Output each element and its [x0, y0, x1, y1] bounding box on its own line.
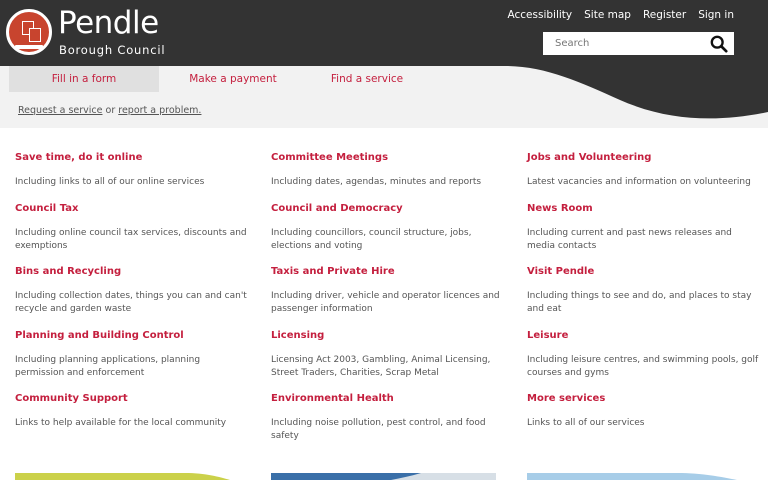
report-a-problem-link[interactable]: report a problem. [118, 105, 201, 116]
service-title-link[interactable]: Committee Meetings [271, 152, 503, 163]
site-header: Pendle Borough Council Accessibility Sit… [0, 0, 768, 66]
service-description: Including leisure centres, and swimming … [527, 355, 759, 378]
service-description: Links to all of our services [527, 418, 645, 428]
service-item: More services Links to all of our servic… [527, 393, 759, 430]
service-title-link[interactable]: Community Support [15, 393, 247, 404]
service-title-link[interactable]: Visit Pendle [527, 266, 759, 277]
logo-title: Pendle [58, 5, 159, 41]
request-line: Request a service or report a problem. [18, 105, 201, 116]
service-item: Council and Democracy Including councill… [271, 203, 503, 253]
service-item: Visit Pendle Including things to see and… [527, 266, 759, 316]
service-item: Licensing Licensing Act 2003, Gambling, … [271, 330, 503, 380]
service-description: Including collection dates, things you c… [15, 291, 247, 314]
request-a-service-link[interactable]: Request a service [18, 105, 102, 116]
council-logo[interactable]: Pendle Borough Council [6, 5, 176, 57]
search-icon[interactable] [710, 35, 728, 53]
service-item: News Room Including current and past new… [527, 203, 759, 253]
service-item: Committee Meetings Including dates, agen… [271, 152, 503, 189]
promo-card-2[interactable] [271, 473, 496, 480]
service-description: Including planning applications, plannin… [15, 355, 201, 378]
top-links: Accessibility Site map Register Sign in [508, 9, 735, 21]
service-description: Including driver, vehicle and operator l… [271, 291, 500, 314]
promo-card-1[interactable] [15, 473, 240, 480]
service-title-link[interactable]: Leisure [527, 330, 759, 341]
quick-tabs: Fill in a form Make a payment Find a ser… [9, 66, 427, 92]
service-item: Community Support Links to help availabl… [15, 393, 247, 430]
service-description: Including noise pollution, pest control,… [271, 418, 486, 441]
service-description: Including online council tax services, d… [15, 228, 247, 251]
service-title-link[interactable]: Licensing [271, 330, 503, 341]
search-box [543, 32, 734, 55]
service-description: Including current and past news releases… [527, 228, 732, 251]
service-item: Jobs and Volunteering Latest vacancies a… [527, 152, 759, 189]
tab-make-a-payment[interactable]: Make a payment [159, 66, 307, 92]
service-item: Environmental Health Including noise pol… [271, 393, 503, 443]
service-item: Council Tax Including online council tax… [15, 203, 247, 253]
service-title-link[interactable]: Council Tax [15, 203, 247, 214]
search-input[interactable] [543, 32, 703, 55]
service-description: Including councillors, council structure… [271, 228, 472, 251]
service-title-link[interactable]: More services [527, 393, 759, 404]
service-title-link[interactable]: Council and Democracy [271, 203, 503, 214]
accessibility-link[interactable]: Accessibility [508, 9, 573, 21]
service-description: Licensing Act 2003, Gambling, Animal Lic… [271, 355, 491, 378]
service-title-link[interactable]: News Room [527, 203, 759, 214]
register-link[interactable]: Register [643, 9, 686, 21]
service-description: Including links to all of our online ser… [15, 177, 205, 187]
service-item: Taxis and Private Hire Including driver,… [271, 266, 503, 316]
service-description: Latest vacancies and information on volu… [527, 177, 751, 187]
tab-fill-in-a-form[interactable]: Fill in a form [9, 66, 159, 92]
service-description: Including dates, agendas, minutes and re… [271, 177, 482, 187]
service-title-link[interactable]: Jobs and Volunteering [527, 152, 759, 163]
logo-badge-icon [6, 9, 52, 55]
service-item: Planning and Building Control Including … [15, 330, 247, 380]
tab-find-a-service[interactable]: Find a service [307, 66, 427, 92]
service-item: Bins and Recycling Including collection … [15, 266, 247, 316]
promo-card-3[interactable] [527, 473, 752, 480]
service-item: Save time, do it online Including links … [15, 152, 247, 189]
service-title-link[interactable]: Bins and Recycling [15, 266, 247, 277]
service-title-link[interactable]: Save time, do it online [15, 152, 247, 163]
service-description: Including things to see and do, and plac… [527, 291, 752, 314]
sign-in-link[interactable]: Sign in [698, 9, 734, 21]
service-title-link[interactable]: Taxis and Private Hire [271, 266, 503, 277]
logo-subtitle: Borough Council [59, 43, 166, 57]
service-item: Leisure Including leisure centres, and s… [527, 330, 759, 380]
site-map-link[interactable]: Site map [584, 9, 631, 21]
request-connector: or [102, 105, 119, 116]
service-description: Links to help available for the local co… [15, 418, 227, 428]
service-title-link[interactable]: Planning and Building Control [15, 330, 247, 341]
service-title-link[interactable]: Environmental Health [271, 393, 503, 404]
